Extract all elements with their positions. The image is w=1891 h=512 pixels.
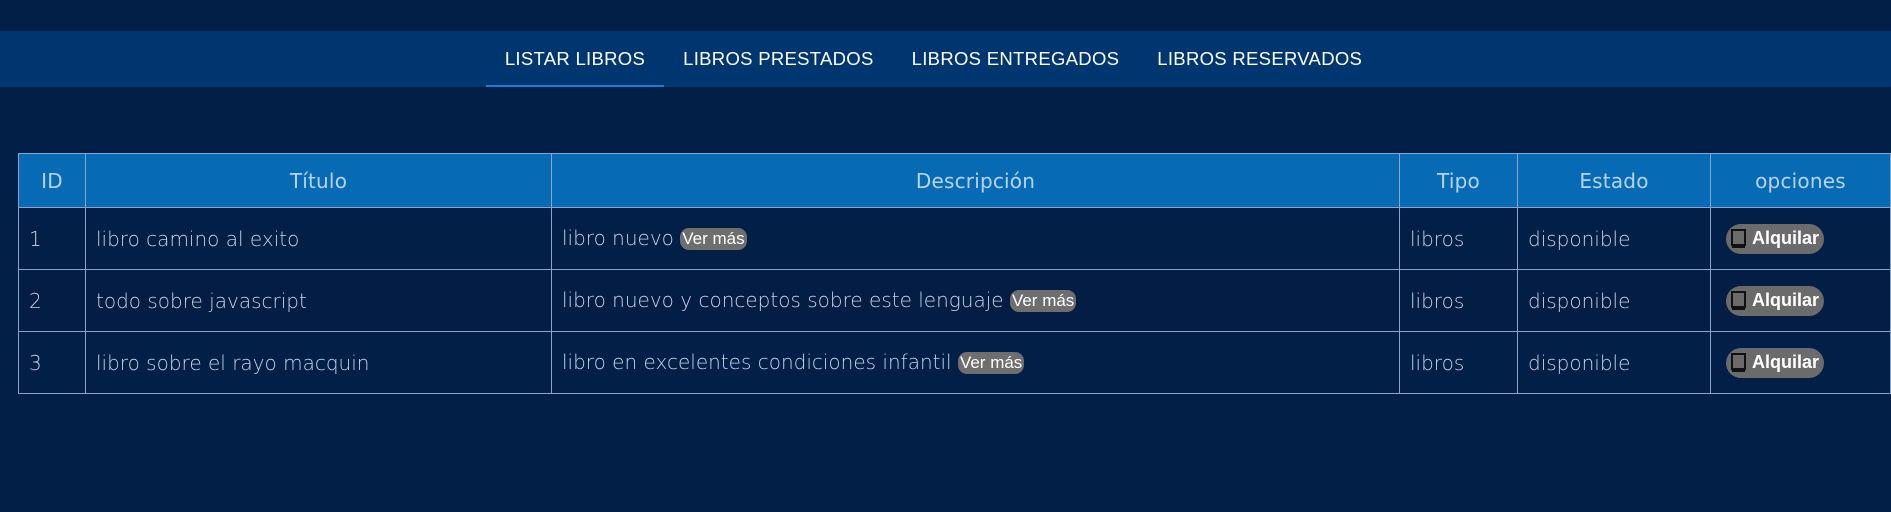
alquilar-label: Alquilar <box>1752 290 1820 310</box>
description-text: libro en excelentes condiciones infantil <box>562 350 952 375</box>
cell-titulo: libro sobre el rayo macquin <box>85 331 552 394</box>
ver-mas-button[interactable]: Ver más <box>957 351 1025 374</box>
column-header-estado[interactable]: Estado <box>1517 153 1711 208</box>
column-header-opciones[interactable]: opciones <box>1710 153 1891 208</box>
cell-estado: disponible <box>1517 331 1711 394</box>
cell-opciones: Alquilar <box>1710 331 1891 394</box>
cell-estado: disponible <box>1517 269 1711 332</box>
description-text: libro nuevo <box>562 226 674 251</box>
alquilar-button[interactable]: Alquilar <box>1726 223 1825 254</box>
nav-tabs: LISTAR LIBROS LIBROS PRESTADOS LIBROS EN… <box>485 31 1381 87</box>
alquilar-label: Alquilar <box>1752 352 1820 372</box>
tab-libros-entregados[interactable]: LIBROS ENTREGADOS <box>893 31 1139 87</box>
top-navbar: LISTAR LIBROS LIBROS PRESTADOS LIBROS EN… <box>0 31 1891 87</box>
cell-id: 2 <box>18 269 86 332</box>
tab-libros-prestados[interactable]: LIBROS PRESTADOS <box>664 31 893 87</box>
description-text: libro nuevo y conceptos sobre este lengu… <box>562 288 1004 313</box>
alquilar-button[interactable]: Alquilar <box>1726 285 1825 316</box>
column-header-descripcion[interactable]: Descripción <box>551 153 1400 208</box>
table-row: 3 libro sobre el rayo macquin libro en e… <box>18 331 1891 394</box>
cell-tipo: libros <box>1399 269 1518 332</box>
cell-descripcion: libro en excelentes condiciones infantil… <box>551 331 1400 394</box>
ver-mas-button[interactable]: Ver más <box>680 227 747 250</box>
alquilar-button[interactable]: Alquilar <box>1726 347 1825 378</box>
column-header-id[interactable]: ID <box>18 153 86 208</box>
cell-descripcion: libro nuevo y conceptos sobre este lengu… <box>551 269 1400 332</box>
cell-tipo: libros <box>1399 207 1518 270</box>
books-table: ID Título Descripción Tipo Estado opcion… <box>18 153 1891 394</box>
cell-descripcion: libro nuevo Ver más <box>551 207 1400 270</box>
tab-listar-libros[interactable]: LISTAR LIBROS <box>485 31 665 87</box>
cell-opciones: Alquilar <box>1710 269 1891 332</box>
table-row: 1 libro camino al exito libro nuevo Ver … <box>18 207 1891 270</box>
alquilar-label: Alquilar <box>1752 228 1820 248</box>
ver-mas-button[interactable]: Ver más <box>1009 289 1077 312</box>
tab-libros-reservados[interactable]: LIBROS RESERVADOS <box>1138 31 1381 87</box>
book-icon <box>1731 352 1746 372</box>
column-header-tipo[interactable]: Tipo <box>1399 153 1518 208</box>
cell-id: 3 <box>18 331 86 394</box>
table-row: 2 todo sobre javascript libro nuevo y co… <box>18 269 1891 332</box>
cell-titulo: todo sobre javascript <box>85 269 552 332</box>
table-header-row: ID Título Descripción Tipo Estado opcion… <box>18 153 1891 208</box>
book-icon <box>1731 290 1746 310</box>
column-header-titulo[interactable]: Título <box>85 153 552 208</box>
cell-opciones: Alquilar <box>1710 207 1891 270</box>
cell-titulo: libro camino al exito <box>85 207 552 270</box>
cell-id: 1 <box>18 207 86 270</box>
cell-estado: disponible <box>1517 207 1711 270</box>
book-icon <box>1731 228 1746 248</box>
books-table-container: ID Título Descripción Tipo Estado opcion… <box>18 153 1891 394</box>
cell-tipo: libros <box>1399 331 1518 394</box>
